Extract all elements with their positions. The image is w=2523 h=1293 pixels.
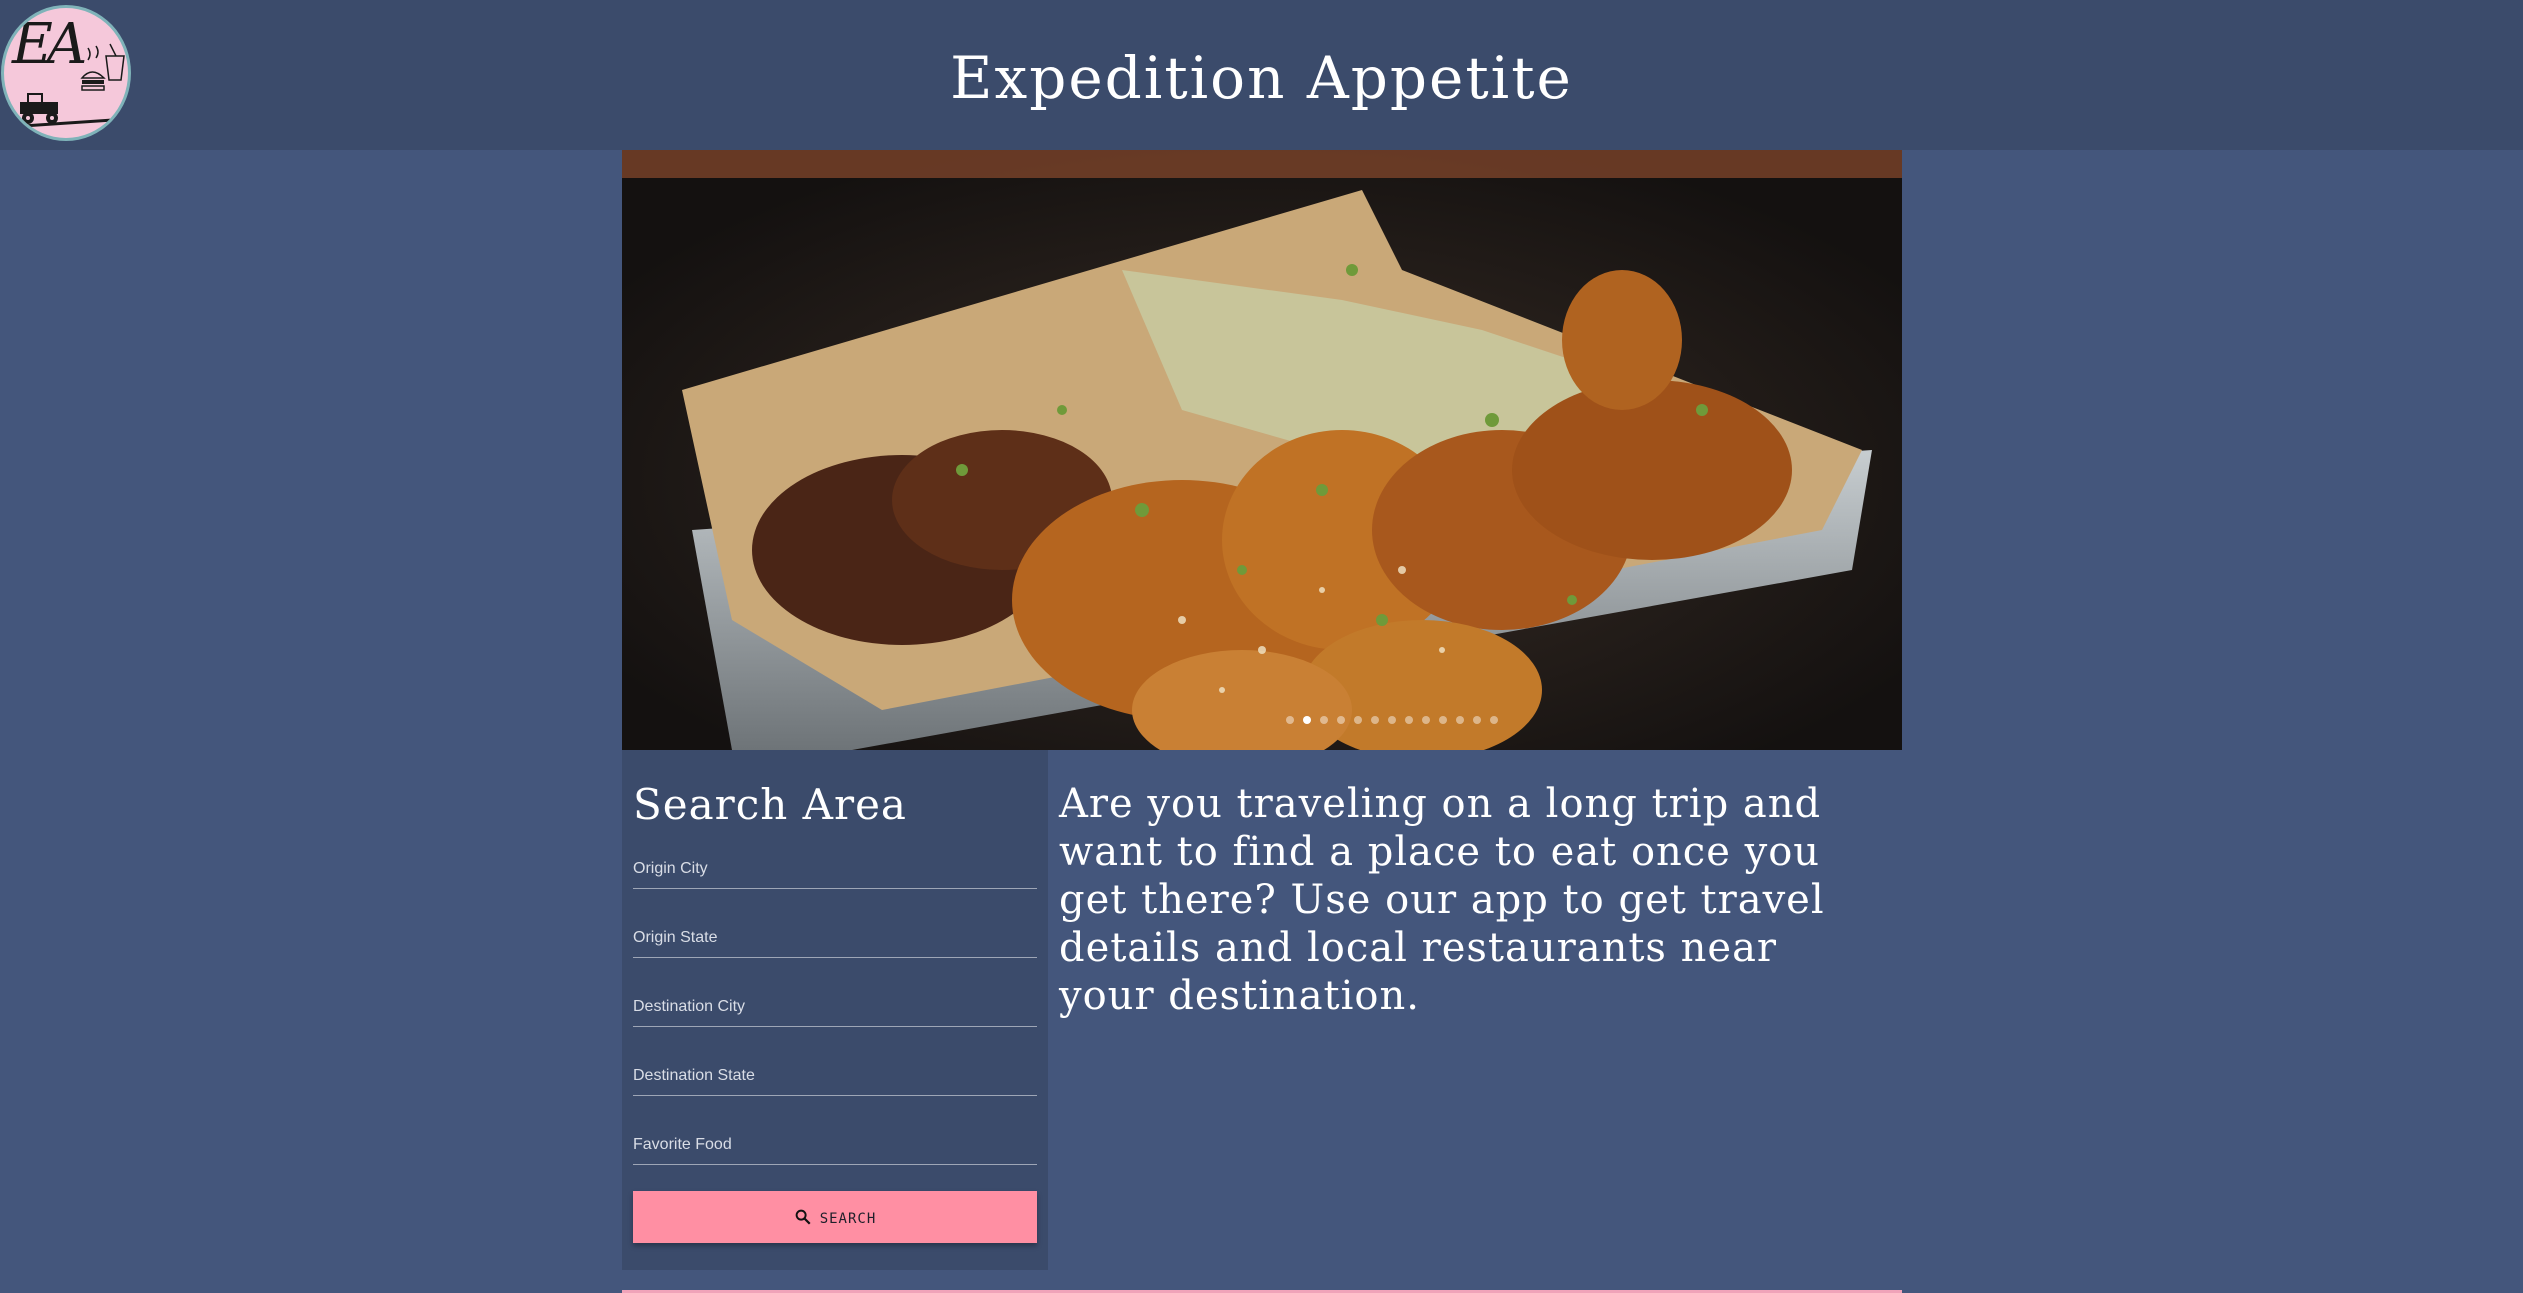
- carousel-dot[interactable]: [1320, 716, 1328, 724]
- carousel-dot[interactable]: [1422, 716, 1430, 724]
- search-title: Search Area: [633, 780, 907, 829]
- carousel-dot[interactable]: [1456, 716, 1464, 724]
- carousel-dot[interactable]: [1354, 716, 1362, 724]
- site-title: Expedition Appetite: [950, 44, 1573, 112]
- destination-state-label: Destination State: [633, 1067, 755, 1084]
- carousel-dot[interactable]: [1439, 716, 1447, 724]
- carousel-dot[interactable]: [1490, 716, 1498, 724]
- search-button[interactable]: SEARCH: [633, 1191, 1037, 1243]
- road-icon: [8, 118, 128, 128]
- hero-carousel[interactable]: [622, 150, 1902, 750]
- destination-city-label: Destination City: [633, 998, 746, 1015]
- search-panel: Search Area Origin City Origin State Des…: [622, 750, 1048, 1270]
- site-header: EA Expedition Appetite: [0, 0, 2523, 150]
- carousel-dot[interactable]: [1473, 716, 1481, 724]
- carousel-dots: [622, 716, 1902, 724]
- destination-city-field[interactable]: Destination City: [633, 990, 1037, 1027]
- search-button-label: SEARCH: [819, 1211, 877, 1227]
- carousel-dot[interactable]: [1286, 716, 1294, 724]
- carousel-dot[interactable]: [1405, 716, 1413, 724]
- origin-state-field[interactable]: Origin State: [633, 921, 1037, 958]
- search-icon: [795, 1209, 811, 1225]
- carousel-dot[interactable]: [1371, 716, 1379, 724]
- origin-city-field[interactable]: Origin City: [633, 852, 1037, 889]
- origin-city-label: Origin City: [633, 860, 708, 877]
- favorite-food-field[interactable]: Favorite Food: [633, 1128, 1037, 1165]
- food-photo: [622, 150, 1902, 750]
- destination-state-field[interactable]: Destination State: [633, 1059, 1037, 1096]
- favorite-food-label: Favorite Food: [633, 1136, 732, 1153]
- origin-state-label: Origin State: [633, 929, 718, 946]
- carousel-dot[interactable]: [1337, 716, 1345, 724]
- carousel-dot[interactable]: [1388, 716, 1396, 724]
- carousel-dot-active[interactable]: [1303, 716, 1311, 724]
- intro-text: Are you traveling on a long trip and wan…: [1059, 781, 1825, 1019]
